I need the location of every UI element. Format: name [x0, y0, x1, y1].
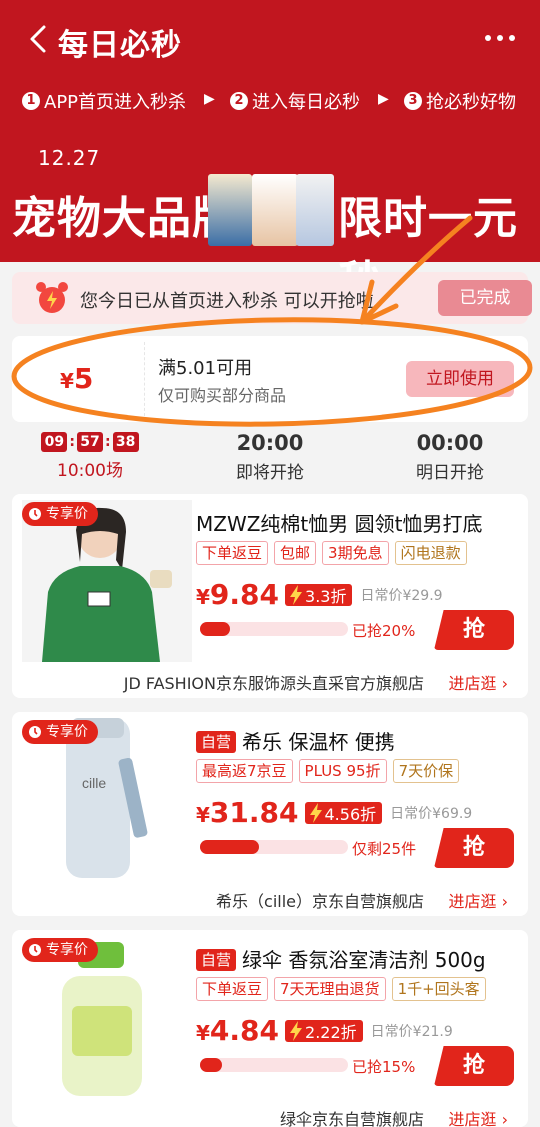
store-name: 绿伞京东自营旗舰店 [279, 1110, 424, 1127]
product-card[interactable]: 专享价 自营 绿伞 香氛浴室清洁剂 500g 下单返豆 7天无理由退货 1千+回头… [12, 930, 528, 1127]
store-row: JD FASHION京东服饰源头直采官方旗舰店 进店逛 › [12, 668, 528, 694]
progress-text: 仅剩25件 [352, 840, 417, 858]
seckill-notice: 您今日已从首页进入秒杀 可以开抢啦 已完成 [12, 272, 532, 324]
original-price: 日常价¥69.9 [390, 805, 473, 822]
price-row: ¥9.84 3.3折 日常价¥29.9 [196, 578, 443, 611]
session-tab-20[interactable]: 20:00 即将开抢 [180, 428, 360, 483]
coupon-scope: 仅可购买部分商品 [158, 386, 287, 405]
seckill-price: ¥31.84 [196, 796, 299, 829]
product-tag: 7天价保 [392, 759, 460, 783]
self-run-tag: 自营 [196, 731, 237, 753]
alarm-icon [29, 508, 41, 520]
back-icon[interactable] [24, 24, 54, 54]
product-tag: 包邮 [274, 541, 317, 565]
session-label: 明日开抢 [416, 463, 484, 483]
product-title[interactable]: MZWZ纯棉t恤男 圆领t恤男打底 [196, 508, 482, 537]
lightning-icon [309, 802, 322, 823]
more-icon[interactable] [482, 28, 518, 48]
session-time: 00:00 [416, 431, 484, 455]
notice-text: 您今日已从首页进入秒杀 可以开抢啦 [80, 291, 374, 312]
session-tab-10[interactable]: 09: 57: 38 10:00场 [0, 428, 180, 481]
alarm-icon [29, 726, 41, 738]
exclusive-price-badge: 专享价 [22, 938, 98, 962]
price-row: ¥31.84 4.56折 日常价¥69.9 [196, 796, 472, 829]
exclusive-price-badge: 专享价 [22, 720, 98, 744]
progress-text: 已抢20% [352, 622, 416, 640]
step-arrow-icon: ▶ [378, 91, 389, 107]
coupon-divider [144, 342, 145, 416]
product-tags: 下单返豆 7天无理由退货 1千+回头客 [196, 977, 486, 1001]
product-card[interactable]: 专享价 MZWZ纯棉t恤男 圆领t恤男打底 下单返豆 包邮 3期免息 闪电退款 … [12, 494, 528, 698]
coupon-card: ¥5 满5.01可用 仅可购买部分商品 立即使用 [12, 336, 528, 422]
visit-store-link[interactable]: 进店逛 › [449, 888, 509, 912]
product-tag: PLUS 95折 [298, 759, 387, 783]
product-tag: 下单返豆 [196, 541, 269, 565]
store-row: 希乐（cille）京东自营旗舰店 进店逛 › [12, 886, 528, 912]
step-3: 3 抢必秒好物 [404, 88, 516, 114]
top-bar: 每日必秒 [0, 14, 540, 64]
pet-food-pack-image [252, 174, 298, 246]
product-tags: 最高返7京豆 PLUS 95折 7天价保 [196, 759, 460, 783]
step-arrow-icon: ▶ [204, 91, 215, 107]
product-title[interactable]: 自营 绿伞 香氛浴室清洁剂 500g [196, 944, 486, 973]
header: 每日必秒 1 APP首页进入秒杀 ▶ 2 进入每日必秒 ▶ 3 抢必秒好物 12… [0, 0, 540, 308]
alarm-icon [29, 944, 41, 956]
product-title[interactable]: 自营 希乐 保温杯 便携 [196, 726, 395, 755]
session-time: 20:00 [236, 431, 304, 455]
product-tag: 下单返豆 [196, 977, 269, 1001]
discount-badge: 2.22折 [285, 1019, 363, 1042]
store-row: 绿伞京东自营旗舰店 进店逛 › [12, 1104, 528, 1127]
visit-store-link[interactable]: 进店逛 › [449, 1106, 509, 1127]
seckill-price: ¥9.84 [196, 578, 280, 611]
pet-food-pack-image [208, 174, 252, 246]
session-tab-00[interactable]: 00:00 明日开抢 [360, 428, 540, 483]
banner-title-left: 宠物大品牌 [12, 193, 237, 244]
discount-badge: 4.56折 [304, 801, 383, 824]
product-tag: 3期免息 [322, 541, 389, 565]
session-tabs: 09: 57: 38 10:00场 20:00 即将开抢 00:00 明日开抢 [0, 428, 540, 488]
completed-button[interactable]: 已完成 [438, 280, 532, 316]
product-tag: 7天无理由退货 [274, 977, 386, 1001]
store-name: 希乐（cille）京东自营旗舰店 [216, 892, 424, 911]
sold-progress-bar [200, 840, 348, 854]
lightning-icon [290, 584, 303, 605]
product-tag: 1千+回头客 [391, 977, 486, 1001]
discount-badge: 3.3折 [285, 583, 353, 606]
coupon-condition: 满5.01可用 [158, 358, 253, 379]
sold-progress-bar [200, 1058, 348, 1072]
price-row: ¥4.84 2.22折 日常价¥21.9 [196, 1014, 453, 1047]
original-price: 日常价¥21.9 [370, 1023, 453, 1040]
product-card[interactable]: cille 专享价 自营 希乐 保温杯 便携 最高返7京豆 PLUS 95折 7天… [12, 712, 528, 916]
self-run-tag: 自营 [196, 949, 237, 971]
grab-button[interactable]: 抢 [434, 610, 514, 650]
svg-text:cille: cille [82, 775, 106, 791]
page-title: 每日必秒 [58, 28, 182, 63]
product-tag: 最高返7京豆 [196, 759, 293, 783]
alarm-clock-icon [36, 282, 68, 313]
pet-food-pack-image [296, 174, 334, 246]
exclusive-price-badge: 专享价 [22, 502, 98, 526]
use-now-button[interactable]: 立即使用 [406, 361, 514, 397]
steps-guide: 1 APP首页进入秒杀 ▶ 2 进入每日必秒 ▶ 3 抢必秒好物 [0, 88, 540, 114]
sold-progress-bar [200, 622, 348, 636]
lightning-icon [290, 1020, 303, 1041]
progress-text: 已抢15% [352, 1058, 416, 1076]
coupon-amount: ¥5 [60, 362, 94, 395]
visit-store-link[interactable]: 进店逛 › [449, 670, 509, 694]
seckill-price: ¥4.84 [196, 1014, 280, 1047]
store-name: JD FASHION京东服饰源头直采官方旗舰店 [123, 674, 424, 693]
session-label: 10:00场 [57, 461, 123, 481]
session-label: 即将开抢 [236, 463, 304, 483]
original-price: 日常价¥29.9 [360, 587, 443, 604]
grab-button[interactable]: 抢 [434, 1046, 514, 1086]
step-2: 2 进入每日必秒 [230, 88, 360, 114]
step-1: 1 APP首页进入秒杀 [22, 88, 186, 114]
product-tag: 闪电退款 [394, 541, 467, 565]
grab-button[interactable]: 抢 [434, 828, 514, 868]
banner-date: 12.27 [38, 146, 101, 170]
countdown-timer: 09: 57: 38 [41, 432, 139, 452]
product-tags: 下单返豆 包邮 3期免息 闪电退款 [196, 541, 467, 565]
